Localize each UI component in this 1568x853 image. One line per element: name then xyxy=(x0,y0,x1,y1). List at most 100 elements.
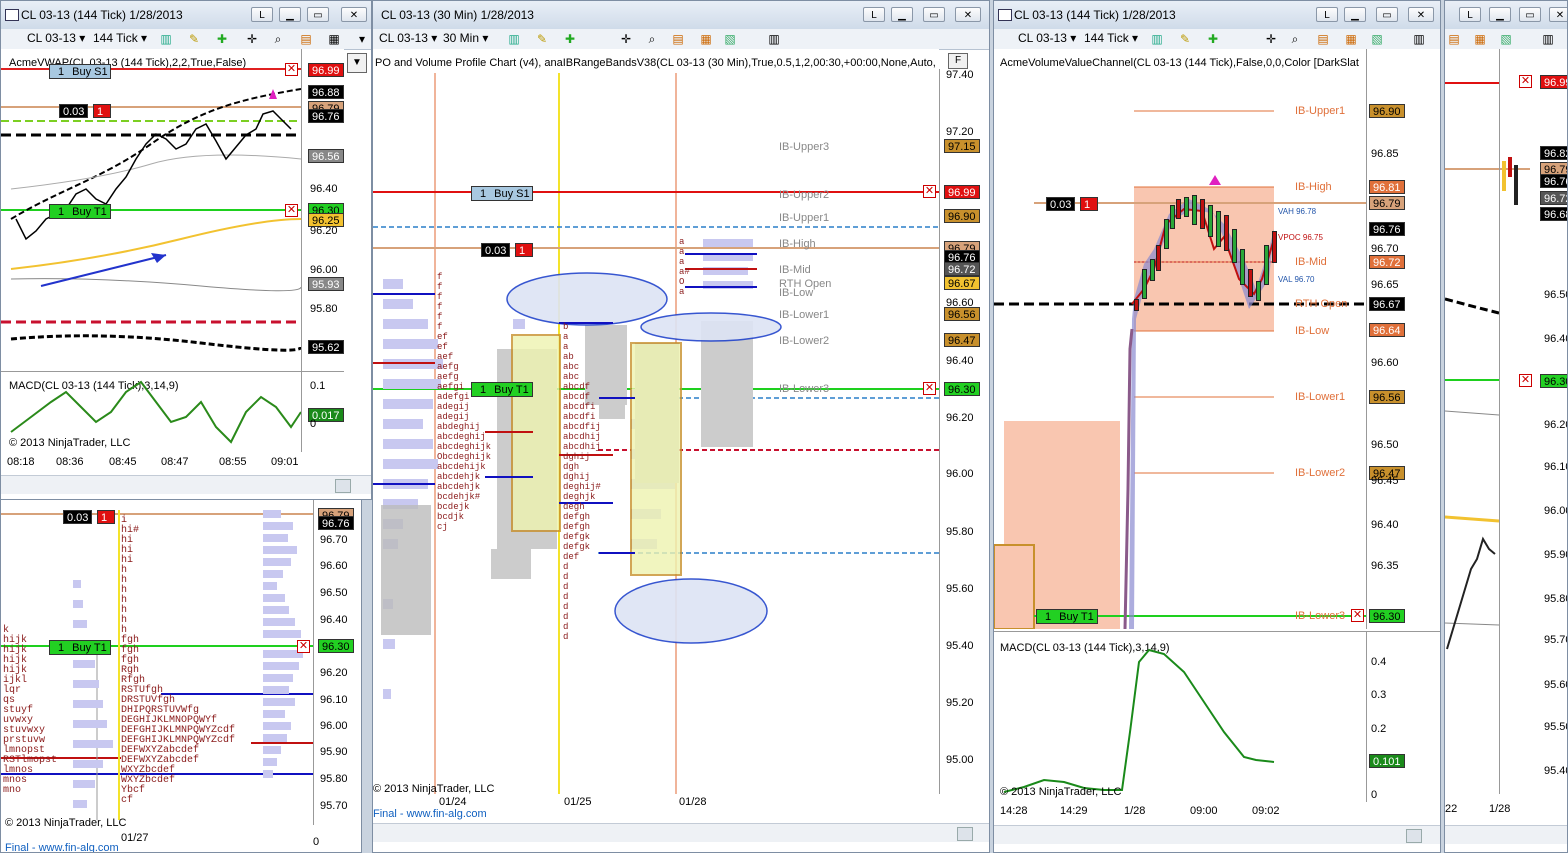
instrument-selector[interactable]: CL 03-13 ▾ xyxy=(27,31,85,45)
template-icon[interactable]: ▥ xyxy=(1412,32,1426,46)
maximize-button[interactable]: ▭ xyxy=(1519,7,1541,22)
buy-s1-order[interactable]: 1 Buy S1 xyxy=(471,186,533,201)
indicator-icon[interactable]: ✚ xyxy=(563,32,577,46)
chart-trader-icon[interactable]: ▦ xyxy=(1344,32,1358,46)
zoom-icon[interactable]: ⌕ xyxy=(645,32,659,46)
close-button[interactable]: ✕ xyxy=(341,7,367,22)
buy-t1-order[interactable]: 1 Buy T1 xyxy=(1036,609,1098,624)
title-bar[interactable]: CL 03-13 (144 Tick) 1/28/2013 L ▁ ▭ ✕ xyxy=(1,1,371,30)
interval-selector[interactable]: 144 Tick ▾ xyxy=(1084,31,1138,45)
price-tag: 97.15 xyxy=(944,139,980,153)
title-bar[interactable]: L ▁ ▭ ✕ xyxy=(1445,1,1567,30)
bar-type-icon[interactable]: ▥ xyxy=(507,32,521,46)
title-bar[interactable]: CL 03-13 (30 Min) 1/28/2013 L ▁ ▭ ✕ xyxy=(373,1,989,30)
horizontal-scrollbar[interactable] xyxy=(1445,825,1567,844)
price-tag: 96.76 xyxy=(308,109,344,123)
minimize-button[interactable]: ▁ xyxy=(891,7,913,22)
instrument-selector[interactable]: CL 03-13 ▾ xyxy=(1018,31,1076,45)
strategy-icon[interactable]: ▤ xyxy=(1447,32,1461,46)
profile-panel[interactable]: k hijk hijk hijk hijk ijkl lqr qs stuyf uvwxy stuv… xyxy=(1,500,313,829)
close-button[interactable]: ✕ xyxy=(955,7,981,22)
crosshair-icon[interactable]: ✛ xyxy=(619,32,633,46)
restore-button[interactable]: L xyxy=(251,7,273,22)
zoom-icon[interactable]: ⌕ xyxy=(1288,32,1302,46)
svg-text:abcdeghijk: abcdeghijk xyxy=(437,442,491,452)
close-button[interactable]: ✕ xyxy=(1408,7,1434,22)
template-icon[interactable]: ▥ xyxy=(767,32,781,46)
interval-selector[interactable]: 144 Tick ▾ xyxy=(93,31,147,45)
cancel-order-icon[interactable]: ✕ xyxy=(1519,75,1532,88)
buy-t1-order[interactable]: 1 Buy T1 xyxy=(49,204,111,219)
svg-text:d: d xyxy=(563,572,568,582)
strategy-icon[interactable]: ▤ xyxy=(671,32,685,46)
minimize-button[interactable]: ▁ xyxy=(279,7,301,22)
alert-icon[interactable]: ▦ xyxy=(327,32,341,46)
cancel-order-icon[interactable]: ✕ xyxy=(923,185,936,198)
price-tag: 96.76 xyxy=(1369,222,1405,236)
restore-button[interactable]: L xyxy=(1459,7,1481,22)
more-icon[interactable]: ▾ xyxy=(355,32,369,46)
bar-type-icon[interactable]: ▥ xyxy=(159,32,173,46)
minimize-button[interactable]: ▁ xyxy=(1489,7,1511,22)
scroll-thumb[interactable] xyxy=(957,827,973,841)
bar-type-icon[interactable]: ▥ xyxy=(1150,32,1164,46)
strategy-icon[interactable]: ▤ xyxy=(1316,32,1330,46)
close-button[interactable]: ✕ xyxy=(1549,7,1567,22)
buy-t1-order[interactable]: 1 Buy T1 xyxy=(49,640,111,655)
maximize-button[interactable]: ▭ xyxy=(1376,7,1398,22)
svg-text:f: f xyxy=(437,322,442,332)
restore-button[interactable]: L xyxy=(863,7,885,22)
maximize-button[interactable]: ▭ xyxy=(923,7,945,22)
panel-dropdown[interactable]: F xyxy=(948,53,968,69)
restore-button[interactable]: L xyxy=(1316,7,1338,22)
cancel-order-icon[interactable]: ✕ xyxy=(1519,374,1532,387)
template-icon[interactable]: ▥ xyxy=(1541,32,1555,46)
chart-trader-icon[interactable]: ▦ xyxy=(1473,32,1487,46)
draw-pencil-icon[interactable]: ✎ xyxy=(1178,32,1192,46)
macd-tick: 0.3 xyxy=(1371,689,1387,701)
title-bar[interactable]: CL 03-13 (144 Tick) 1/28/2013 L ▁ ▭ ✕ xyxy=(994,1,1440,30)
svg-text:defgh: defgh xyxy=(563,512,590,522)
chart-trader-icon[interactable]: ▦ xyxy=(699,32,713,46)
cancel-order-icon[interactable]: ✕ xyxy=(1351,609,1364,622)
price-panel[interactable]: AcmeVWAP(CL 03-13 (144 Tick),2,2,True,Fa… xyxy=(1,49,301,371)
price-tag: 96.88 xyxy=(308,85,344,99)
cancel-order-icon[interactable]: ✕ xyxy=(923,382,936,395)
buy-s1-order[interactable]: 1 Buy S1 xyxy=(49,64,111,79)
draw-pencil-icon[interactable]: ✎ xyxy=(187,32,201,46)
instrument-selector[interactable]: CL 03-13 ▾ xyxy=(379,31,437,45)
cancel-order-icon[interactable]: ✕ xyxy=(285,204,298,217)
svg-text:a: a xyxy=(563,332,569,342)
macd-value-tag: 0.101 xyxy=(1369,754,1405,768)
panel-dropdown[interactable]: ▼ xyxy=(347,53,367,73)
price-tick: 96.60 xyxy=(1371,357,1399,369)
interval-selector[interactable]: 30 Min ▾ xyxy=(443,31,488,45)
indicator-icon[interactable]: ✚ xyxy=(215,32,229,46)
price-panel[interactable]: PO and Volume Profile Chart (v4), anaIBR… xyxy=(373,49,939,795)
crosshair-icon[interactable]: ✛ xyxy=(1264,32,1278,46)
draw-pencil-icon[interactable]: ✎ xyxy=(535,32,549,46)
svg-text:degh: degh xyxy=(563,502,585,512)
maximize-button[interactable]: ▭ xyxy=(307,7,329,22)
crosshair-icon[interactable]: ✛ xyxy=(245,32,259,46)
display-icon[interactable]: ▧ xyxy=(1499,32,1513,46)
price-panel[interactable]: AcmeVolumeValueChannel(CL 03-13 (144 Tic… xyxy=(994,49,1366,629)
macd-panel[interactable]: MACD(CL 03-13 (144 Tick),3,14,9) © 2013 … xyxy=(1,371,301,452)
minimize-button[interactable]: ▁ xyxy=(1344,7,1366,22)
price-panel[interactable] xyxy=(1445,49,1499,794)
scroll-thumb[interactable] xyxy=(335,479,351,493)
cancel-order-icon[interactable]: ✕ xyxy=(297,640,310,653)
svg-text:f: f xyxy=(437,302,442,312)
zoom-icon[interactable]: ⌕ xyxy=(271,32,285,46)
display-icon[interactable]: ▧ xyxy=(723,32,737,46)
horizontal-scrollbar[interactable] xyxy=(1,475,371,494)
buy-t1-order[interactable]: 1 Buy T1 xyxy=(471,382,533,397)
indicator-icon[interactable]: ✚ xyxy=(1206,32,1220,46)
display-icon[interactable]: ▧ xyxy=(1370,32,1384,46)
horizontal-scrollbar[interactable] xyxy=(994,825,1440,844)
macd-panel[interactable]: MACD(CL 03-13 (144 Tick),3,14,9) © 2013 … xyxy=(994,631,1366,802)
cancel-order-icon[interactable]: ✕ xyxy=(285,63,298,76)
properties-icon[interactable]: ▤ xyxy=(299,32,313,46)
scroll-thumb[interactable] xyxy=(1406,829,1422,843)
horizontal-scrollbar[interactable] xyxy=(373,823,989,842)
